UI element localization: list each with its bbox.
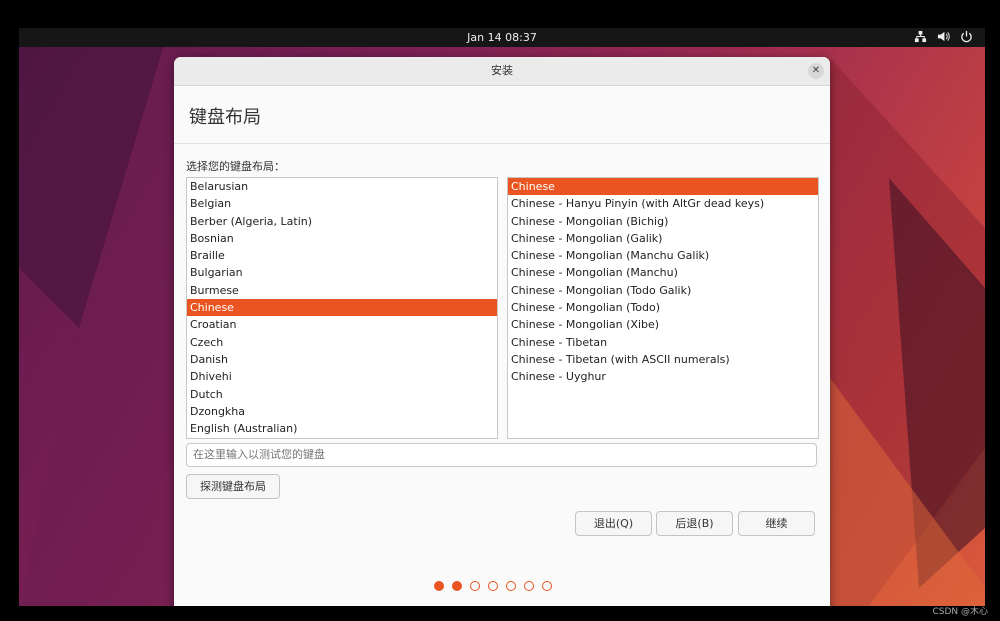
variant-item[interactable]: Chinese - Tibetan (with ASCII numerals): [508, 351, 818, 368]
layout-item[interactable]: Dzongkha: [187, 403, 497, 420]
variant-item[interactable]: Chinese - Mongolian (Todo): [508, 299, 818, 316]
layout-item[interactable]: Belgian: [187, 195, 497, 212]
window-title: 安装: [491, 64, 513, 77]
layout-item[interactable]: Bulgarian: [187, 264, 497, 281]
detect-layout-button[interactable]: 探测键盘布局: [186, 474, 280, 499]
progress-dot: [488, 581, 498, 591]
progress-dot: [434, 581, 444, 591]
progress-dot: [542, 581, 552, 591]
variant-item[interactable]: Chinese - Uyghur: [508, 368, 818, 385]
layout-item[interactable]: Czech: [187, 334, 497, 351]
variant-item[interactable]: Chinese: [508, 178, 818, 196]
back-button[interactable]: 后退(B): [656, 511, 733, 536]
system-tray[interactable]: [914, 30, 973, 43]
layout-item[interactable]: Burmese: [187, 282, 497, 299]
layout-item[interactable]: Dhivehi: [187, 368, 497, 385]
variant-item[interactable]: Chinese - Hanyu Pinyin (with AltGr dead …: [508, 195, 818, 212]
variant-item[interactable]: Chinese - Mongolian (Xibe): [508, 316, 818, 333]
progress-dots: [434, 581, 552, 591]
layout-item[interactable]: Croatian: [187, 316, 497, 333]
progress-dot: [452, 581, 462, 591]
progress-dot: [506, 581, 516, 591]
window-titlebar[interactable]: 安装 ✕: [174, 57, 830, 86]
layout-list[interactable]: Belarusian Belgian Berber (Algeria, Latin)…: [186, 177, 498, 439]
variant-item[interactable]: Chinese - Mongolian (Manchu Galik): [508, 247, 818, 264]
layout-item[interactable]: English (Australian): [187, 420, 497, 437]
desktop: Jan 14 08:37 安装 ✕ 键盘布局 选择您的键盘布局： Belarus…: [19, 28, 985, 606]
layout-item[interactable]: Bosnian: [187, 230, 497, 247]
layout-item[interactable]: Dutch: [187, 386, 497, 403]
variant-list[interactable]: Chinese Chinese - Hanyu Pinyin (with AltG…: [507, 177, 819, 439]
installer-window: 安装 ✕ 键盘布局 选择您的键盘布局： Belarusian Belgian Ber…: [174, 57, 830, 606]
layout-prompt-label: 选择您的键盘布局：: [186, 160, 285, 173]
quit-button[interactable]: 退出(Q): [575, 511, 652, 536]
layout-item[interactable]: Berber (Algeria, Latin): [187, 213, 497, 230]
layout-item[interactable]: Braille: [187, 247, 497, 264]
progress-dot: [470, 581, 480, 591]
watermark: CSDN @木心: [932, 607, 988, 617]
close-icon[interactable]: ✕: [808, 63, 824, 79]
variant-item[interactable]: Chinese - Mongolian (Bichig): [508, 213, 818, 230]
layout-item[interactable]: Danish: [187, 351, 497, 368]
variant-item[interactable]: Chinese - Mongolian (Todo Galik): [508, 282, 818, 299]
continue-button[interactable]: 继续: [738, 511, 815, 536]
volume-icon[interactable]: [937, 30, 950, 43]
layout-item[interactable]: Belarusian: [187, 178, 497, 195]
variant-item[interactable]: Chinese - Mongolian (Galik): [508, 230, 818, 247]
clock[interactable]: Jan 14 08:37: [19, 28, 985, 47]
top-panel: Jan 14 08:37: [19, 28, 985, 47]
keyboard-test-input[interactable]: [186, 443, 817, 467]
divider: [174, 143, 830, 144]
variant-item[interactable]: Chinese - Mongolian (Manchu): [508, 264, 818, 281]
network-icon[interactable]: [914, 30, 927, 43]
variant-item[interactable]: Chinese - Tibetan: [508, 334, 818, 351]
progress-dot: [524, 581, 534, 591]
power-icon[interactable]: [960, 30, 973, 43]
layout-item[interactable]: Chinese: [187, 299, 497, 317]
page-title: 键盘布局: [189, 107, 261, 128]
